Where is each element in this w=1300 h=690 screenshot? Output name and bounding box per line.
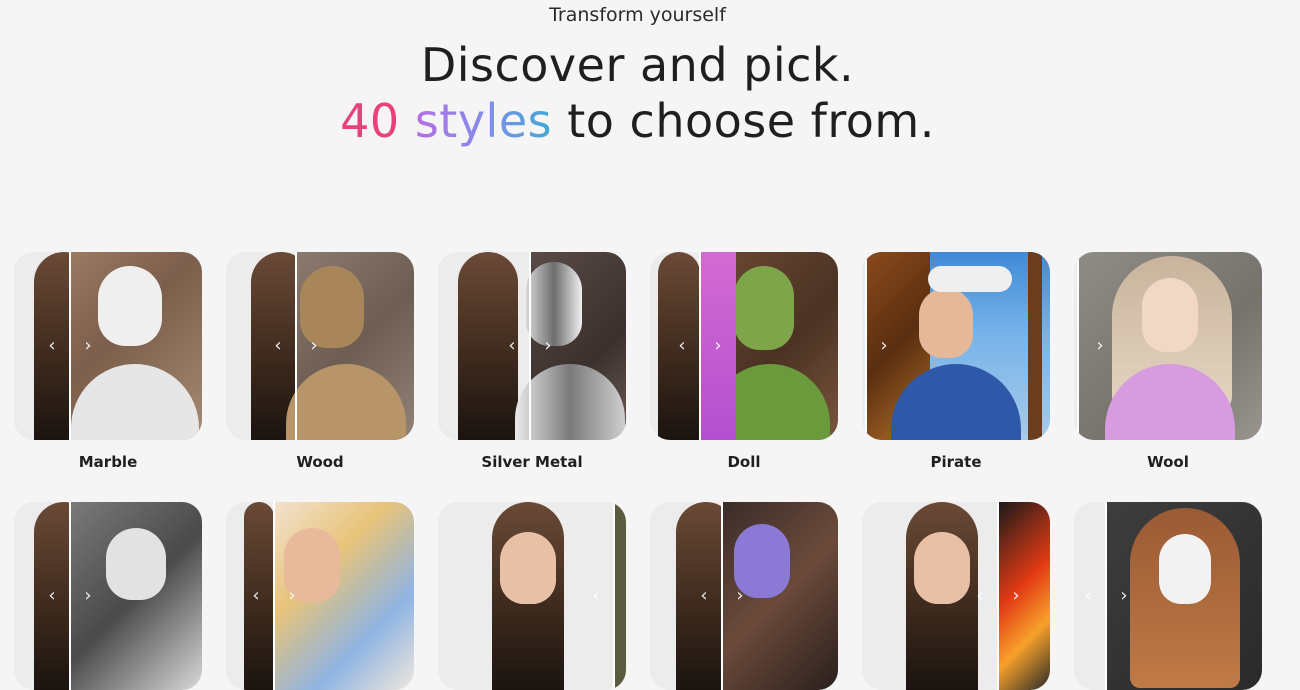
- style-card-fantasy[interactable]: ‹ ›: [650, 502, 838, 690]
- chevron-left-icon[interactable]: ‹: [588, 586, 604, 606]
- slider-divider[interactable]: [1077, 252, 1079, 440]
- chevron-right-icon[interactable]: ›: [80, 336, 96, 356]
- after-image-fire: [998, 502, 1050, 690]
- slider-divider[interactable]: [273, 502, 275, 690]
- chevron-left-icon[interactable]: ‹: [696, 586, 712, 606]
- before-image: [14, 252, 94, 440]
- chevron-left-icon[interactable]: ‹: [44, 586, 60, 606]
- chevron-right-icon[interactable]: ›: [1116, 586, 1132, 606]
- style-label[interactable]: Doll: [650, 453, 838, 471]
- slider-divider[interactable]: [865, 252, 867, 440]
- style-card-fire[interactable]: ‹ ›: [862, 502, 1050, 690]
- style-card-silver-metal[interactable]: ‹ ›: [438, 252, 626, 440]
- style-card-sketch[interactable]: ‹ ›: [14, 502, 202, 690]
- before-image: [14, 502, 94, 690]
- chevron-right-icon[interactable]: ›: [1008, 586, 1024, 606]
- style-label[interactable]: Pirate: [862, 453, 1050, 471]
- slider-divider[interactable]: [1105, 502, 1107, 690]
- chevron-left-icon[interactable]: ‹: [674, 336, 690, 356]
- style-card-doll[interactable]: ‹ ›: [650, 252, 838, 440]
- chevron-left-icon[interactable]: ‹: [972, 586, 988, 606]
- slider-divider[interactable]: [69, 502, 71, 690]
- slider-divider[interactable]: [69, 252, 71, 440]
- style-label[interactable]: Wool: [1074, 453, 1262, 471]
- slider-divider[interactable]: [613, 502, 615, 690]
- chevron-left-icon[interactable]: ‹: [248, 586, 264, 606]
- styles-count: 40: [340, 94, 400, 148]
- headline-line2-rest: to choose from.: [552, 94, 935, 148]
- style-label[interactable]: Silver Metal: [438, 453, 626, 471]
- slider-divider[interactable]: [997, 502, 999, 690]
- chevron-right-icon[interactable]: ›: [540, 336, 556, 356]
- style-card-wool[interactable]: ›: [1074, 252, 1262, 440]
- style-label[interactable]: Marble: [14, 453, 202, 471]
- style-card-marble[interactable]: ‹ ›: [14, 252, 202, 440]
- slider-divider[interactable]: [699, 252, 701, 440]
- chevron-right-icon[interactable]: ›: [710, 336, 726, 356]
- slider-divider[interactable]: [721, 502, 723, 690]
- styles-word: styles: [414, 94, 553, 148]
- after-image-original: [614, 502, 626, 690]
- chevron-left-icon[interactable]: ‹: [44, 336, 60, 356]
- chevron-left-icon[interactable]: ‹: [504, 336, 520, 356]
- headline-line2: 40 styles to choose from.: [0, 94, 1275, 148]
- slider-divider[interactable]: [295, 252, 297, 440]
- eyebrow-text: Transform yourself: [549, 4, 726, 26]
- chevron-left-icon[interactable]: ‹: [270, 336, 286, 356]
- style-card-wood[interactable]: ‹ ›: [226, 252, 414, 440]
- style-card-watercolor[interactable]: ‹ ›: [226, 502, 414, 690]
- style-card-original[interactable]: ‹: [438, 502, 626, 690]
- style-card-pirate[interactable]: ›: [862, 252, 1050, 440]
- after-image-pirate: [866, 252, 1050, 440]
- chevron-right-icon[interactable]: ›: [80, 586, 96, 606]
- style-card-skull[interactable]: ‹ ›: [1074, 502, 1262, 690]
- chevron-right-icon[interactable]: ›: [1092, 336, 1108, 356]
- style-label[interactable]: Wood: [226, 453, 414, 471]
- chevron-right-icon[interactable]: ›: [284, 586, 300, 606]
- chevron-right-icon[interactable]: ›: [732, 586, 748, 606]
- slider-divider[interactable]: [529, 252, 531, 440]
- chevron-right-icon[interactable]: ›: [306, 336, 322, 356]
- chevron-right-icon[interactable]: ›: [876, 336, 892, 356]
- headline-line1: Discover and pick.: [420, 38, 855, 92]
- chevron-left-icon[interactable]: ‹: [1080, 586, 1096, 606]
